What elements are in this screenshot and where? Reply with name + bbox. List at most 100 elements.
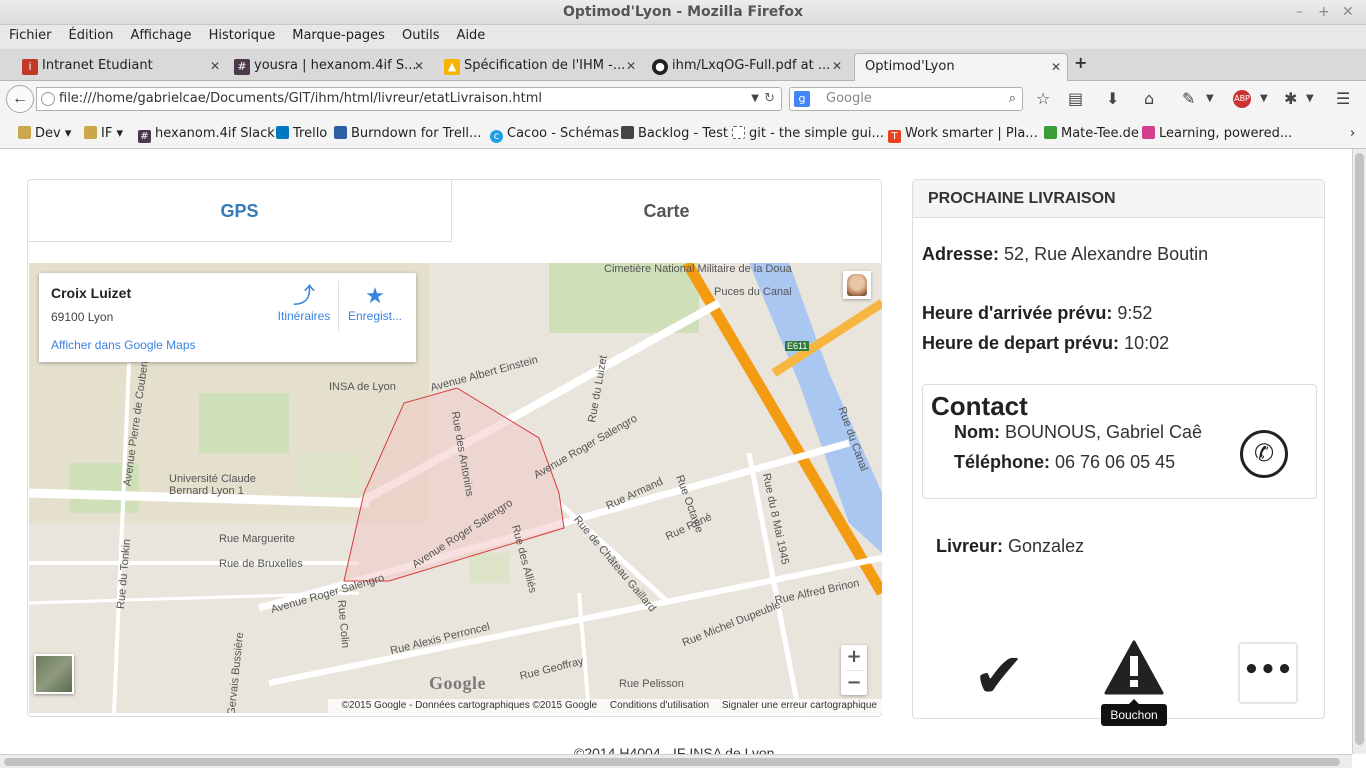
- close-tab-icon[interactable]: ✕: [210, 53, 220, 79]
- browser-tab-slack[interactable]: # yousra | hexanom.4if S... ✕: [228, 53, 430, 81]
- map-attribution: ©2015 Google - Données cartographiques ©…: [327, 699, 882, 713]
- menu-fichier[interactable]: Fichier: [0, 25, 60, 49]
- directions-button[interactable]: ⤴ Itinéraires: [264, 283, 344, 323]
- browser-tab-intranet[interactable]: i Intranet Etudiant ✕: [16, 53, 226, 81]
- driver-label: Livreur:: [936, 536, 1004, 556]
- google-icon: g: [794, 91, 810, 107]
- map-label: Université Claude Bernard Lyon 1: [169, 473, 256, 497]
- bookmarks-overflow-icon[interactable]: ›: [1350, 126, 1355, 141]
- menu-aide[interactable]: Aide: [448, 25, 494, 49]
- menu-bar: Fichier Édition Affichage Historique Mar…: [0, 25, 1366, 49]
- menu-edition[interactable]: Édition: [60, 25, 122, 49]
- burndown-icon: [334, 126, 347, 139]
- page-icon: [732, 126, 745, 139]
- avatar-icon: [847, 274, 867, 296]
- map-panel: GPS Carte Cimetière National Militaire d…: [27, 179, 882, 717]
- address-row: Adresse: 52, Rue Alexandre Boutin: [922, 244, 1208, 265]
- menu-affichage[interactable]: Affichage: [121, 25, 199, 49]
- departure-value: 10:02: [1119, 333, 1170, 353]
- download-icon[interactable]: ⬇: [1106, 89, 1119, 108]
- close-tab-icon[interactable]: ✕: [1051, 54, 1061, 80]
- pegman-avatar[interactable]: [843, 271, 871, 299]
- chevron-down-icon[interactable]: ▼: [1206, 93, 1214, 104]
- bookmark-label: IF: [101, 126, 113, 141]
- learning-icon: [1142, 126, 1155, 139]
- bookmark-label: Work smarter | Pla...: [905, 126, 1038, 141]
- chevron-down-icon[interactable]: ▼: [1260, 93, 1268, 104]
- close-tab-icon[interactable]: ✕: [626, 53, 636, 79]
- zoom-out-button[interactable]: −: [841, 671, 867, 696]
- search-input[interactable]: g Google ⌕: [789, 87, 1023, 111]
- bookmark-learning[interactable]: Learning, powered...: [1142, 126, 1292, 141]
- menu-marque-pages[interactable]: Marque-pages: [283, 25, 393, 49]
- home-icon[interactable]: ⌂: [1144, 89, 1154, 108]
- url-bar[interactable]: file:///home/gabrielcae/Documents/GIT/ih…: [36, 87, 782, 111]
- tab-carte[interactable]: Carte: [452, 180, 881, 242]
- bookmark-burndown[interactable]: Burndown for Trell...: [334, 126, 481, 141]
- bookmark-label: git - the simple gui...: [749, 126, 884, 141]
- bookmark-label: Backlog - Test: [638, 126, 728, 141]
- reading-list-icon[interactable]: ▤: [1068, 89, 1083, 108]
- reload-icon[interactable]: ↻: [764, 88, 775, 110]
- google-map[interactable]: Cimetière National Militaire de la Doua …: [29, 263, 882, 713]
- report-error-link[interactable]: Signaler une erreur cartographique: [722, 700, 877, 711]
- horizontal-scrollbar[interactable]: [0, 754, 1352, 768]
- close-tab-icon[interactable]: ✕: [414, 53, 424, 79]
- bookmark-git[interactable]: git - the simple gui...: [732, 126, 884, 141]
- bookmark-folder-if[interactable]: IF ▾: [84, 126, 123, 141]
- back-button[interactable]: ←: [6, 85, 34, 113]
- phone-icon[interactable]: ✆: [1240, 430, 1288, 478]
- warning-icon[interactable]: [1104, 640, 1164, 695]
- bookmark-cacoo[interactable]: c Cacoo - Schémas: [490, 126, 619, 143]
- bug-icon: [621, 126, 634, 139]
- bookmark-slack[interactable]: # hexanom.4if Slack: [138, 126, 275, 143]
- zoom-in-button[interactable]: +: [841, 645, 867, 670]
- minimize-icon[interactable]: –: [1296, 0, 1303, 25]
- tab-gps[interactable]: GPS: [28, 180, 452, 242]
- bookmark-worksmarter[interactable]: T Work smarter | Pla...: [888, 126, 1038, 143]
- save-place-button[interactable]: ★ Enregist...: [335, 283, 415, 323]
- bookmark-backlog[interactable]: Backlog - Test: [621, 126, 728, 141]
- maximize-icon[interactable]: +: [1318, 0, 1330, 25]
- directions-label: Itinéraires: [277, 309, 331, 323]
- bookmark-star-icon[interactable]: ☆: [1036, 89, 1050, 108]
- scrollbar-thumb[interactable]: [1355, 153, 1364, 745]
- hamburger-menu-icon[interactable]: ☰: [1336, 89, 1350, 108]
- menu-outils[interactable]: Outils: [393, 25, 448, 49]
- map-label: INSA de Lyon: [329, 381, 396, 393]
- phone-value: 06 76 06 05 45: [1050, 452, 1176, 472]
- browser-tab-github[interactable]: ● ihm/LxqOG-Full.pdf at ... ✕: [646, 53, 848, 81]
- terms-link[interactable]: Conditions d'utilisation: [610, 700, 709, 711]
- close-tab-icon[interactable]: ✕: [832, 53, 842, 79]
- adblock-icon[interactable]: ABP: [1233, 90, 1251, 108]
- bookmark-mate-tee[interactable]: Mate-Tee.de: [1044, 126, 1139, 141]
- browser-tab-optimod[interactable]: Optimod'Lyon ✕: [854, 53, 1068, 81]
- chevron-down-icon[interactable]: ▼: [1306, 93, 1314, 104]
- satellite-toggle[interactable]: [34, 654, 74, 694]
- departure-row: Heure de depart prévu: 10:02: [922, 333, 1169, 354]
- chevron-down-icon[interactable]: ▼: [751, 88, 759, 110]
- footer-text: ©2014 H4004 - IF INSA de Lyon: [574, 745, 775, 754]
- search-icon[interactable]: ⌕: [1009, 88, 1016, 110]
- close-window-icon[interactable]: ✕: [1342, 0, 1354, 25]
- more-options-icon[interactable]: •••: [1238, 642, 1298, 704]
- tab-label: ihm/LxqOG-Full.pdf at ...: [672, 58, 831, 73]
- phone-label: Téléphone:: [954, 452, 1051, 472]
- view-in-google-maps-link[interactable]: Afficher dans Google Maps: [51, 338, 196, 352]
- arrival-row: Heure d'arrivée prévu: 9:52: [922, 303, 1152, 324]
- browser-tab-drive[interactable]: ▲ Spécification de l'IHM -... ✕: [438, 53, 642, 81]
- new-tab-icon[interactable]: +: [1074, 53, 1087, 72]
- menu-historique[interactable]: Historique: [200, 25, 284, 49]
- place-card: Croix Luizet 69100 Lyon Afficher dans Go…: [39, 273, 416, 362]
- check-icon[interactable]: ✔: [973, 645, 1025, 707]
- extension-icon[interactable]: ✱: [1284, 89, 1297, 108]
- bookmark-folder-dev[interactable]: Dev ▾: [18, 126, 71, 141]
- folder-icon: [84, 126, 97, 139]
- insa-icon: i: [22, 59, 38, 75]
- nav-bar: ← file:///home/gabrielcae/Documents/GIT/…: [0, 81, 1366, 117]
- scrollbar-thumb[interactable]: [4, 758, 1340, 766]
- arrival-value: 9:52: [1112, 303, 1153, 323]
- vertical-scrollbar[interactable]: [1352, 149, 1366, 754]
- bookmark-trello[interactable]: Trello: [276, 126, 327, 141]
- tools-icon[interactable]: ✎: [1182, 89, 1195, 108]
